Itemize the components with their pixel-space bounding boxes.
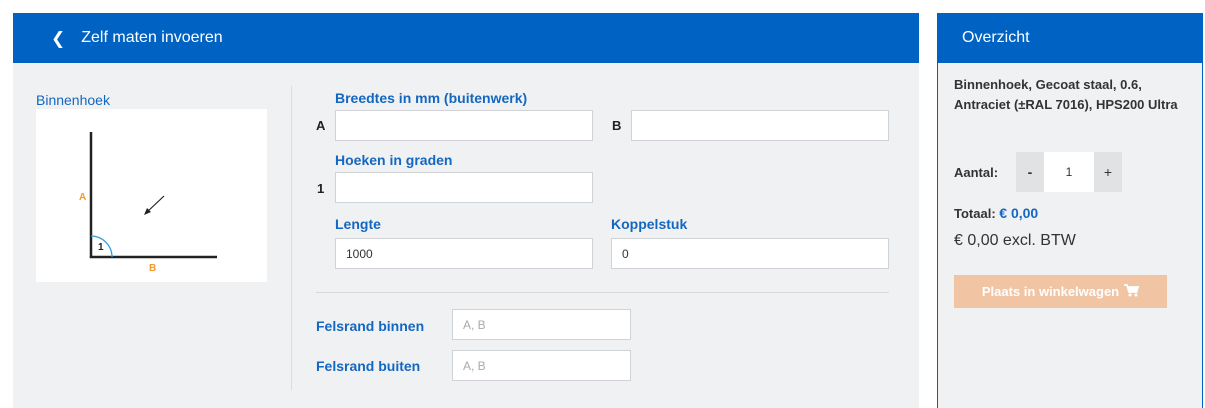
length-input[interactable] <box>335 238 593 269</box>
side-b-label: B <box>149 263 156 274</box>
total-label: Totaal: <box>954 206 996 221</box>
total-line: Totaal: € 0,00 <box>954 205 1038 221</box>
overview-panel: Overzicht Binnenhoek, Gecoat staal, 0.6,… <box>937 13 1203 408</box>
width-a-input[interactable] <box>335 110 593 141</box>
koppelstuk-label: Koppelstuk <box>611 216 688 232</box>
custom-size-header: ❮ Zelf maten invoeren <box>13 13 919 63</box>
width-a-marker: A <box>316 118 326 133</box>
overview-title: Overzicht <box>962 29 1030 46</box>
product-description: Binnenhoek, Gecoat staal, 0.6, Antraciet… <box>954 77 1178 112</box>
total-value: € 0,00 <box>999 205 1039 221</box>
length-label: Lengte <box>335 216 381 232</box>
add-to-cart-button[interactable]: Plaats in winkelwagen <box>954 275 1167 308</box>
quantity-decrease-button[interactable]: - <box>1016 152 1044 192</box>
custom-size-title: Zelf maten invoeren <box>81 29 223 46</box>
width-b-input[interactable] <box>631 110 889 141</box>
total-excl-vat: € 0,00 excl. BTW <box>954 232 1076 249</box>
quantity-input[interactable] <box>1044 152 1094 192</box>
section-divider <box>316 292 889 293</box>
angle-number-label: 1 <box>98 242 104 253</box>
koppelstuk-input[interactable] <box>611 238 889 269</box>
add-to-cart-label: Plaats in winkelwagen <box>981 284 1120 299</box>
angle-1-marker: 1 <box>317 181 325 196</box>
widths-label: Breedtes in mm (buitenwerk) <box>335 90 528 106</box>
felsrand-binnen-input[interactable] <box>452 309 631 340</box>
felsrand-buiten-label: Felsrand buiten <box>316 358 421 374</box>
felsrand-binnen-label: Felsrand binnen <box>316 318 425 334</box>
shopping-cart-icon <box>1124 283 1140 300</box>
chevron-left-icon[interactable]: ❮ <box>51 30 65 47</box>
column-divider <box>291 86 292 390</box>
shape-diagram: 1 A B <box>36 109 267 282</box>
quantity-increase-button[interactable]: + <box>1094 152 1122 192</box>
overview-header: Overzicht <box>938 13 1202 63</box>
width-b-marker: B <box>612 118 622 133</box>
custom-size-panel: ❮ Zelf maten invoeren Binnenhoek 1 A B B… <box>13 13 919 408</box>
shape-preview: Binnenhoek 1 A B <box>36 92 267 282</box>
shape-preview-label: Binnenhoek <box>36 92 110 108</box>
angle-1-input[interactable] <box>335 172 593 203</box>
quantity-label: Aantal: <box>954 165 999 180</box>
side-a-label: A <box>79 192 86 203</box>
angles-label: Hoeken in graden <box>335 152 453 168</box>
inner-corner-diagram: 1 A B <box>79 132 217 274</box>
felsrand-buiten-input[interactable] <box>452 350 631 381</box>
